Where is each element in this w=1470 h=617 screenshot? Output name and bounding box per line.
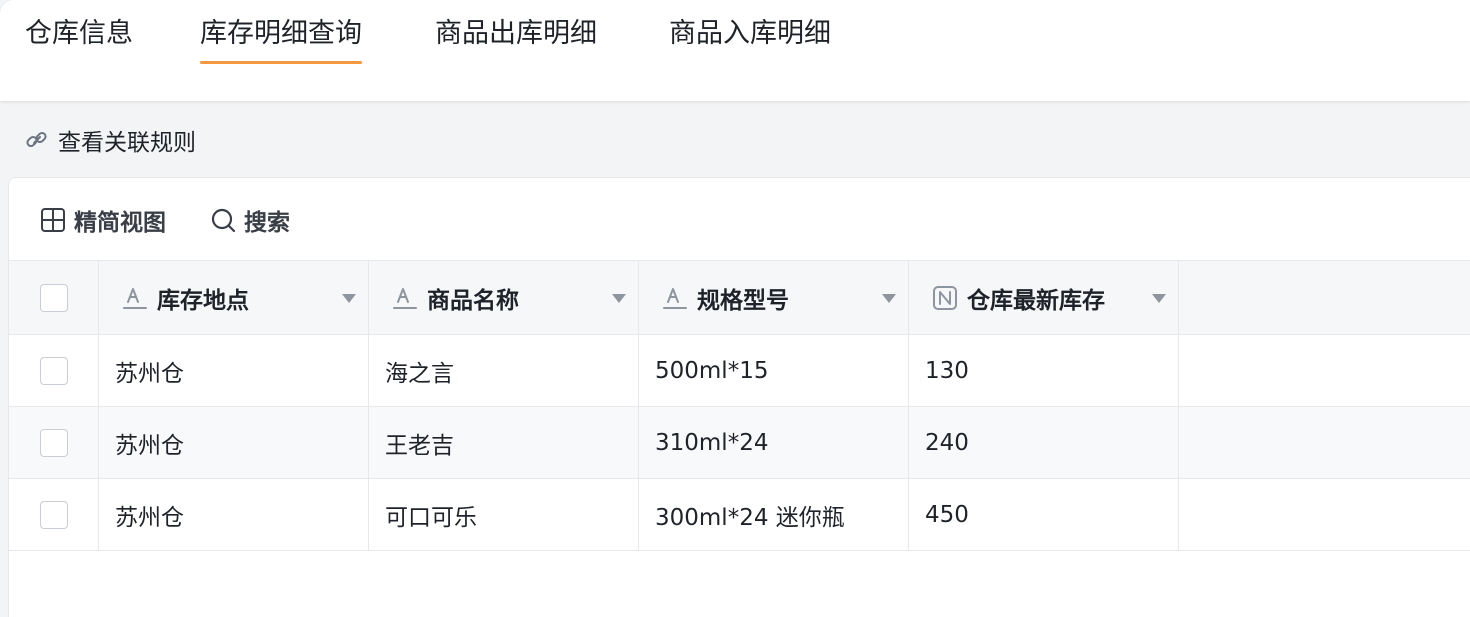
- row-checkbox[interactable]: [39, 428, 68, 457]
- text-type-icon: [393, 287, 417, 309]
- link-icon: [26, 131, 47, 148]
- column-header-location[interactable]: 库存地点: [99, 261, 369, 334]
- row-empty-cell: [1179, 407, 1470, 478]
- table-header-row: 库存地点 商品名称 规格型号 仓库最新库存: [9, 260, 1470, 335]
- column-header-label: 规格型号: [697, 287, 789, 314]
- cell-product-name[interactable]: 可口可乐: [369, 479, 639, 550]
- column-header-label: 库存地点: [157, 287, 249, 314]
- cell-spec[interactable]: 500ml*15: [639, 335, 909, 406]
- cell-product-name[interactable]: 海之言: [369, 335, 639, 406]
- tab-inventory-detail[interactable]: 库存明细查询: [200, 14, 362, 64]
- row-checkbox[interactable]: [39, 500, 68, 529]
- header-checkbox-cell: [9, 261, 99, 334]
- header-empty-cell: [1179, 261, 1470, 334]
- row-empty-cell: [1179, 479, 1470, 550]
- text-type-icon: [663, 287, 687, 309]
- number-type-icon: [933, 285, 957, 310]
- compact-view-button[interactable]: 精简视图: [40, 200, 166, 240]
- search-icon: [211, 208, 236, 233]
- cell-product-name[interactable]: 王老吉: [369, 407, 639, 478]
- cell-location[interactable]: 苏州仓: [99, 479, 369, 550]
- column-menu-caret[interactable]: [612, 293, 626, 303]
- column-header-label: 商品名称: [427, 287, 519, 314]
- compact-view-label: 精简视图: [74, 210, 166, 236]
- tab-warehouse-info[interactable]: 仓库信息: [25, 14, 133, 54]
- view-linked-rules-link[interactable]: 查看关联规则: [24, 120, 196, 160]
- tab-inbound-detail[interactable]: 商品入库明细: [669, 14, 831, 54]
- search-button[interactable]: 搜索: [210, 200, 290, 240]
- table-row[interactable]: 苏州仓 王老吉 310ml*24 240: [9, 407, 1470, 479]
- row-checkbox-cell: [9, 407, 99, 478]
- row-checkbox-cell: [9, 479, 99, 550]
- table-row[interactable]: 苏州仓 可口可乐 300ml*24 迷你瓶 450: [9, 479, 1470, 551]
- search-label: 搜索: [244, 210, 290, 236]
- column-menu-caret[interactable]: [342, 293, 356, 303]
- cell-location[interactable]: 苏州仓: [99, 407, 369, 478]
- column-menu-caret[interactable]: [882, 293, 896, 303]
- column-header-latest-stock[interactable]: 仓库最新库存: [909, 261, 1179, 334]
- column-header-product-name[interactable]: 商品名称: [369, 261, 639, 334]
- cell-location[interactable]: 苏州仓: [99, 335, 369, 406]
- select-all-checkbox[interactable]: [39, 283, 68, 312]
- table-row[interactable]: 苏州仓 海之言 500ml*15 130: [9, 335, 1470, 407]
- row-checkbox-cell: [9, 335, 99, 406]
- cell-latest-stock[interactable]: 130: [909, 335, 1179, 406]
- view-linked-rules-label: 查看关联规则: [58, 130, 196, 156]
- column-header-spec[interactable]: 规格型号: [639, 261, 909, 334]
- cell-spec[interactable]: 310ml*24: [639, 407, 909, 478]
- text-type-icon: [123, 287, 147, 309]
- tab-outbound-detail[interactable]: 商品出库明细: [435, 14, 597, 54]
- inventory-table: 库存地点 商品名称 规格型号 仓库最新库存 苏州仓 海之言 500ml*15 1…: [9, 260, 1470, 551]
- row-checkbox[interactable]: [39, 356, 68, 385]
- column-header-label: 仓库最新库存: [967, 287, 1105, 314]
- cell-latest-stock[interactable]: 450: [909, 479, 1179, 550]
- tab-bar: 仓库信息 库存明细查询 商品出库明细 商品入库明细: [0, 0, 1470, 101]
- cell-latest-stock[interactable]: 240: [909, 407, 1179, 478]
- grid-icon: [41, 208, 65, 232]
- table-card: 精简视图 搜索 库存地点 商品名称 规格型号 仓库最新库存 苏州仓 海之言 50…: [8, 177, 1470, 617]
- row-empty-cell: [1179, 335, 1470, 406]
- column-menu-caret[interactable]: [1152, 293, 1166, 303]
- cell-spec[interactable]: 300ml*24 迷你瓶: [639, 479, 909, 550]
